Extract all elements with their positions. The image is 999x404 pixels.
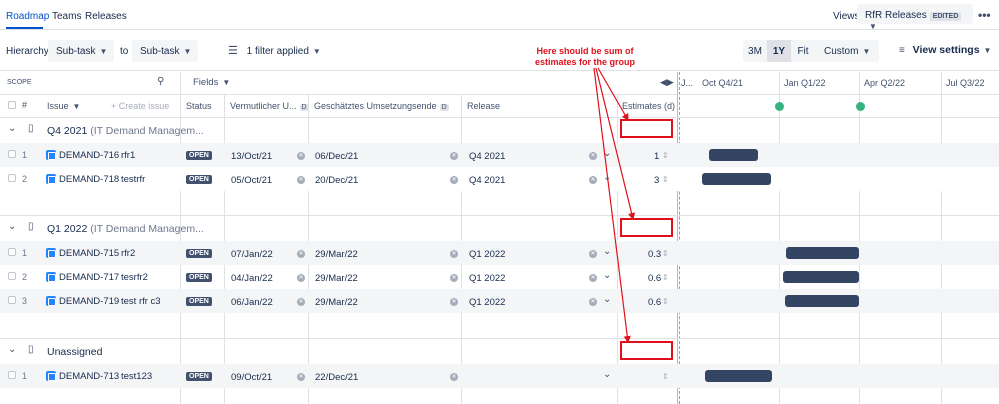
annotation-arrow [595,67,636,221]
annotation-arrow [593,67,631,344]
annotation-arrows [593,67,636,344]
